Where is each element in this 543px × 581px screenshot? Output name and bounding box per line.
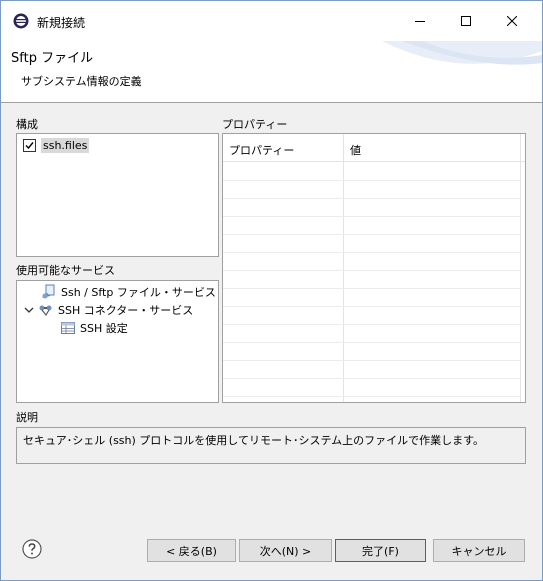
tree-item-ssh-connector-service[interactable]: SSH コネクター・サービス — [23, 301, 193, 318]
properties-label: プロパティー — [222, 118, 288, 131]
ssh-files-checkbox[interactable] — [23, 139, 36, 152]
minimize-button[interactable] — [397, 1, 443, 41]
properties-table-header: プロパティー 値 — [223, 134, 525, 162]
tree-item-sftp-file-service[interactable]: Ssh / Sftp ファイル・サービス — [41, 283, 216, 300]
composition-label: 構成 — [16, 118, 38, 131]
properties-table[interactable]: プロパティー 値 — [222, 133, 526, 403]
title-bar[interactable]: 新規接続 — [1, 1, 542, 41]
table-row — [223, 198, 520, 199]
column-header-value[interactable]: 値 — [350, 142, 361, 158]
composition-list[interactable]: ssh.files — [16, 133, 219, 257]
tree-item-ssh-settings[interactable]: SSH 設定 — [60, 319, 128, 336]
list-item[interactable]: ssh.files — [23, 138, 90, 153]
table-row — [223, 306, 520, 307]
description-box: セキュア･シェル (ssh) プロトコルを使用してリモート･システム上のファイル… — [16, 427, 526, 464]
table-row — [223, 378, 520, 379]
table-row — [223, 324, 520, 325]
tree-item-label: SSH コネクター・サービス — [58, 303, 194, 317]
column-divider — [343, 134, 344, 402]
tree-item-label: Ssh / Sftp ファイル・サービス — [61, 285, 216, 299]
table-row — [223, 288, 520, 289]
services-label: 使用可能なサービス — [16, 264, 115, 277]
dialog-window: 新規接続 Sftp ファイル サブシステム情報の定義 構成 ssh.files … — [0, 0, 543, 581]
cancel-button[interactable]: キャンセル — [433, 539, 525, 562]
table-row — [223, 252, 520, 253]
close-icon — [507, 16, 517, 26]
table-row — [223, 396, 520, 397]
table-row — [223, 270, 520, 271]
finish-button[interactable]: 完了(F) — [335, 539, 426, 562]
next-button[interactable]: 次へ(N) > — [239, 539, 332, 562]
header-banner-decoration — [382, 41, 542, 65]
wizard-title: Sftp ファイル — [11, 51, 94, 66]
ssh-files-label: ssh.files — [41, 138, 90, 153]
chevron-down-icon[interactable] — [23, 304, 35, 316]
help-icon[interactable] — [22, 539, 42, 559]
table-row — [223, 360, 520, 361]
connector-service-icon — [39, 305, 52, 316]
column-header-property[interactable]: プロパティー — [229, 142, 294, 158]
services-tree[interactable]: Ssh / Sftp ファイル・サービス SSH コネクター・サービス SSH … — [16, 280, 219, 403]
wizard-description: サブシステム情報の定義 — [21, 75, 142, 88]
table-row — [223, 342, 520, 343]
maximize-icon — [461, 16, 471, 26]
table-icon — [61, 321, 75, 334]
checkmark-icon — [25, 142, 34, 150]
maximize-button[interactable] — [443, 1, 489, 41]
description-text: セキュア･シェル (ssh) プロトコルを使用してリモート･システム上のファイル… — [23, 434, 485, 447]
table-row — [223, 216, 520, 217]
table-row — [223, 180, 520, 181]
tree-item-label: SSH 設定 — [80, 321, 128, 335]
eclipse-icon — [13, 13, 29, 29]
close-button[interactable] — [489, 1, 535, 41]
column-divider — [520, 134, 521, 402]
minimize-icon — [415, 21, 425, 22]
file-service-icon — [42, 284, 55, 298]
description-label: 説明 — [16, 411, 38, 424]
back-button[interactable]: < 戻る(B) — [147, 539, 236, 562]
table-row — [223, 234, 520, 235]
wizard-header: Sftp ファイル サブシステム情報の定義 — [1, 41, 542, 103]
window-title: 新規接続 — [37, 16, 86, 30]
